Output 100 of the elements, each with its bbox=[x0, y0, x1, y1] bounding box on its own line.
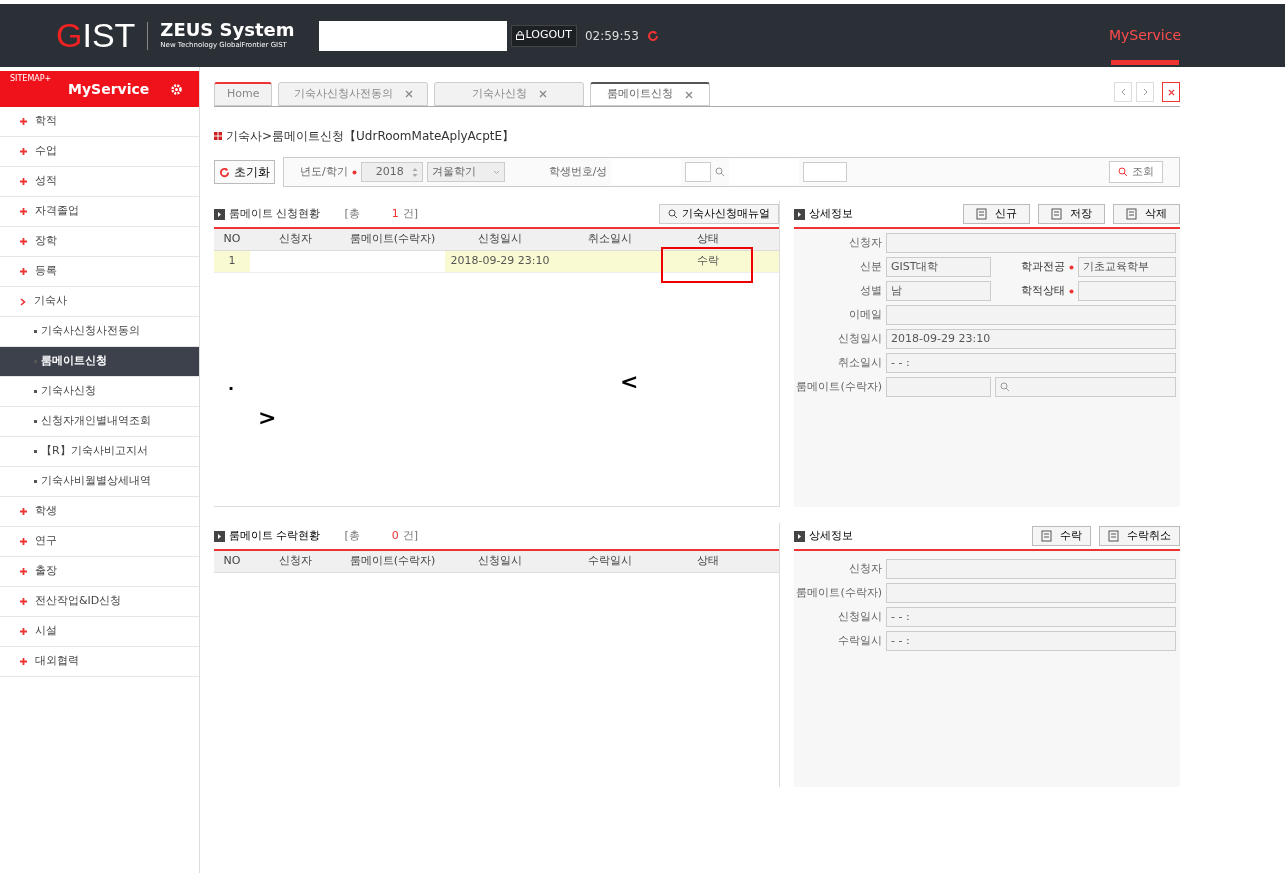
settings-icon[interactable] bbox=[170, 82, 183, 96]
text-field[interactable] bbox=[803, 162, 848, 182]
column-header: NO bbox=[222, 231, 242, 248]
sitemap-link[interactable]: SITEMAP+ bbox=[10, 73, 52, 85]
text-field[interactable] bbox=[886, 583, 1176, 603]
action-button[interactable]: 수락취소 bbox=[1099, 526, 1180, 546]
previous-button[interactable] bbox=[1114, 82, 1132, 102]
sidebar-item-label: 대외협력 bbox=[35, 653, 79, 670]
action-button[interactable]: 삭제 bbox=[1113, 204, 1180, 224]
logout-button[interactable]: LOGOUT bbox=[510, 24, 577, 47]
text-field[interactable] bbox=[886, 233, 1176, 253]
tab[interactable]: 룸메이트신청 bbox=[590, 82, 711, 106]
sidebar-item[interactable]: 장학 bbox=[0, 227, 199, 257]
sidebar-item-label: 기숙사 bbox=[34, 293, 67, 310]
search-icon bbox=[1000, 382, 1010, 392]
sidebar-item-label: 학적 bbox=[35, 113, 57, 130]
sidebar-item[interactable]: 기숙사 bbox=[0, 287, 199, 317]
sidebar-subitem[interactable]: 신청자개인별내역조회 bbox=[0, 407, 199, 437]
field-label: 신청자 bbox=[848, 560, 882, 577]
search-icon bbox=[668, 209, 678, 219]
query-button[interactable]: 조회 bbox=[1109, 161, 1163, 183]
logo: GIST bbox=[56, 15, 136, 56]
sidebar-item[interactable]: 등록 bbox=[0, 257, 199, 287]
sidebar-subitem[interactable]: 【R】기숙사비고지서 bbox=[0, 437, 199, 467]
count-value: 1 bbox=[391, 205, 399, 222]
action-button[interactable]: 수락 bbox=[1032, 526, 1091, 546]
section-title: 룸메이트 수락현황 bbox=[229, 527, 321, 544]
sidebar-item-label: 시설 bbox=[35, 623, 57, 640]
column-header: 취소일시 bbox=[587, 231, 633, 248]
manual-button[interactable]: 기숙사신청매뉴얼 bbox=[659, 204, 779, 224]
sidebar-item[interactable]: 연구 bbox=[0, 527, 199, 557]
next-button[interactable] bbox=[1136, 82, 1154, 102]
text-field[interactable]: - - : bbox=[886, 631, 1176, 651]
sidebar-subitem[interactable]: 기숙사신청 bbox=[0, 377, 199, 407]
text-field[interactable] bbox=[886, 377, 991, 397]
sidebar-item[interactable]: 시설 bbox=[0, 617, 199, 647]
text-field[interactable]: - - : bbox=[886, 607, 1176, 627]
sidebar-item-label: 등록 bbox=[35, 263, 57, 280]
text-field[interactable]: GIST대학 bbox=[886, 257, 991, 277]
column-header: 상태 bbox=[695, 231, 720, 248]
table-cell: 수락 bbox=[696, 253, 719, 270]
column-header: 신청자 bbox=[277, 231, 313, 248]
sidebar-item[interactable]: 대외협력 bbox=[0, 647, 199, 677]
spinner-arrows-icon bbox=[411, 166, 418, 178]
year-spinner[interactable]: 2018 bbox=[360, 162, 423, 182]
text-field[interactable] bbox=[886, 305, 1176, 325]
required-icon bbox=[351, 169, 357, 175]
field-label: 학적상태 bbox=[1020, 282, 1065, 299]
text-field[interactable]: 남 bbox=[886, 281, 991, 301]
sidebar-item-label: 성적 bbox=[35, 173, 57, 190]
sidebar-item[interactable]: 수업 bbox=[0, 137, 199, 167]
section-marker-icon bbox=[214, 208, 225, 220]
close-icon bbox=[1167, 88, 1175, 96]
column-header: 상태 bbox=[695, 553, 720, 570]
count-label: 건] bbox=[402, 205, 419, 222]
sidebar-title: MyService bbox=[68, 79, 150, 99]
field-label: 이메일 bbox=[848, 306, 882, 323]
text-field[interactable]: - - : bbox=[886, 353, 1176, 373]
sidebar-item[interactable]: 학적 bbox=[0, 107, 199, 137]
refresh-icon bbox=[219, 166, 230, 178]
term-dropdown[interactable]: 겨울학기 bbox=[426, 162, 505, 182]
sidebar-item[interactable]: 학생 bbox=[0, 497, 199, 527]
sidebar-item[interactable]: 성적 bbox=[0, 167, 199, 197]
table-cell: 1 bbox=[228, 253, 236, 270]
sidebar-subitem[interactable]: 기숙사비월별상세내역 bbox=[0, 467, 199, 497]
search-field[interactable] bbox=[995, 377, 1176, 397]
nav-tab[interactable]: MyService bbox=[1108, 4, 1181, 67]
reset-button[interactable]: 초기화 bbox=[214, 160, 275, 184]
column-header: 신청자 bbox=[277, 553, 313, 570]
text-field[interactable]: 2018-09-29 23:10 bbox=[886, 329, 1176, 349]
sidebar-subitem[interactable]: 룸메이트신청 bbox=[0, 347, 199, 377]
text-field[interactable] bbox=[685, 162, 712, 182]
section-title: 룸메이트 신청현황 bbox=[229, 205, 321, 222]
action-button[interactable]: 신규 bbox=[963, 204, 1030, 224]
sidebar-item[interactable]: 전산작업&ID신청 bbox=[0, 587, 199, 617]
session-timer: 02:59:53 bbox=[584, 27, 639, 45]
table-row[interactable]: 1 2018-09-29 23:10 수락 bbox=[214, 251, 779, 273]
close-icon[interactable] bbox=[539, 90, 547, 98]
sidebar-item-label: 학생 bbox=[35, 503, 57, 520]
text-field[interactable]: 기초교육학부 bbox=[1078, 257, 1176, 277]
section-title: 상세정보 bbox=[809, 205, 853, 222]
field-label: 학생번호/성 bbox=[548, 163, 608, 180]
close-icon[interactable] bbox=[405, 90, 413, 98]
chevron-left-icon bbox=[1120, 88, 1126, 96]
text-field[interactable] bbox=[1078, 281, 1176, 301]
field-label: 신분 bbox=[859, 258, 882, 275]
column-header: NO bbox=[222, 553, 242, 570]
refresh-icon[interactable] bbox=[646, 29, 659, 42]
column-header: 룸메이트(수락자) bbox=[348, 553, 437, 570]
sidebar-item[interactable]: 출장 bbox=[0, 557, 199, 587]
field-label: 년도/학기 bbox=[300, 163, 348, 180]
action-button[interactable]: 저장 bbox=[1038, 204, 1105, 224]
close-all-button[interactable] bbox=[1162, 82, 1180, 102]
field-label: 신청일시 bbox=[837, 330, 882, 347]
sidebar-item-label: 수업 bbox=[35, 143, 57, 160]
field-label: 신청자 bbox=[848, 234, 882, 251]
sidebar-item[interactable]: 자격졸업 bbox=[0, 197, 199, 227]
close-icon[interactable] bbox=[685, 90, 694, 99]
text-field[interactable] bbox=[886, 559, 1176, 579]
lock-icon bbox=[515, 31, 524, 40]
